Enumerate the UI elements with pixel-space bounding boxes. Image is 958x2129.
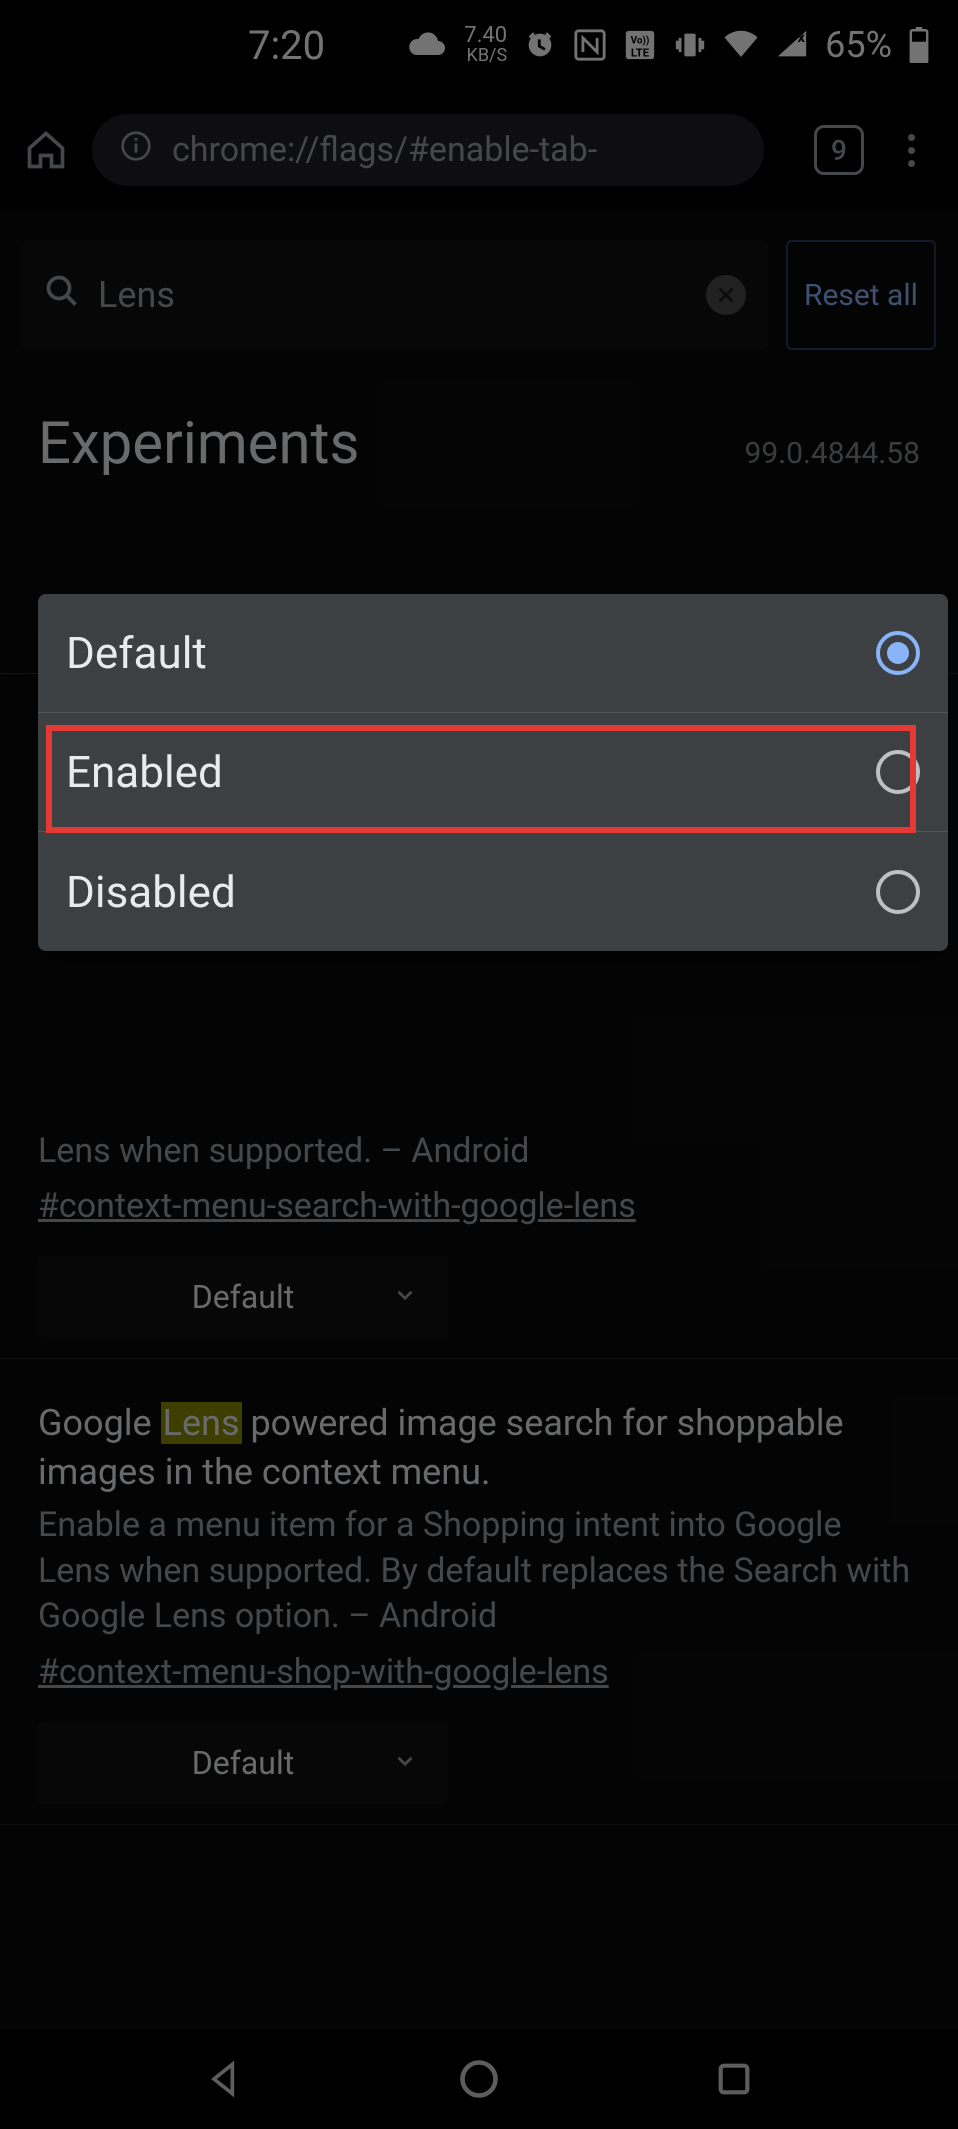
radio-unselected-icon [876, 750, 920, 794]
radio-selected-icon [876, 631, 920, 675]
option-disabled[interactable]: Disabled [38, 832, 948, 951]
radio-unselected-icon [876, 870, 920, 914]
modal-backdrop[interactable] [0, 0, 958, 2129]
dropdown-popup: Default Enabled Disabled [38, 594, 948, 951]
option-default[interactable]: Default [38, 594, 948, 713]
option-enabled[interactable]: Enabled [38, 713, 948, 832]
